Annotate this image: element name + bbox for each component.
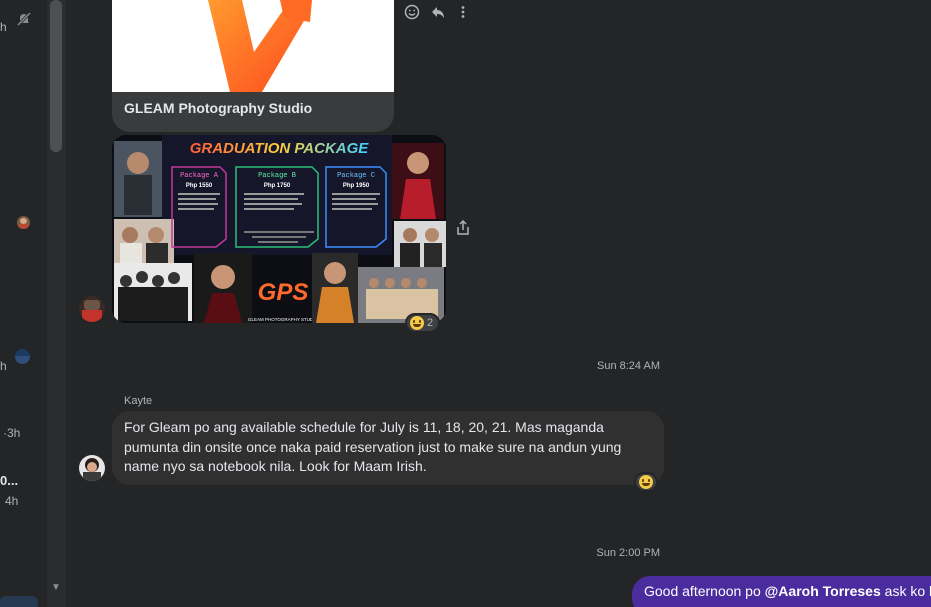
- outgoing-message-bubble[interactable]: Good afternoon po @Aaroh Torreses ask ko…: [632, 576, 931, 607]
- bell-off-icon: [16, 11, 32, 27]
- package-price: Php 1550: [186, 183, 213, 189]
- share-icon[interactable]: [454, 219, 472, 237]
- avatar[interactable]: [79, 455, 105, 481]
- grinning-face-icon: [639, 475, 653, 489]
- message-reaction[interactable]: 2: [405, 313, 441, 333]
- conversation-time: h: [0, 20, 7, 34]
- gleam-logo: [208, 0, 312, 92]
- conversation-list: h h ·3h 0... 4h: [0, 0, 47, 607]
- conversation-avatar[interactable]: [17, 216, 30, 229]
- smiley-icon[interactable]: [402, 2, 422, 22]
- sender-name: Kayte: [124, 395, 153, 407]
- conversation-name[interactable]: 0...: [0, 473, 18, 488]
- timestamp: Sun 2:00 PM: [596, 547, 660, 559]
- graduation-package-image[interactable]: GPS GLEAM PHOTOGRAPHY STUDIO GRADUATION …: [112, 135, 446, 323]
- link-preview-title: GLEAM Photography Studio: [124, 100, 313, 116]
- promo-title: GRADUATION PACKAGE: [190, 140, 370, 157]
- user-mention[interactable]: @Aaroh Torreses: [765, 583, 881, 599]
- conversation-time: 4h: [5, 494, 19, 508]
- package-name: Package A: [180, 172, 219, 180]
- chat-thread: GLEAM Photography Studio GPS GLEAM PHOTO…: [66, 0, 931, 607]
- link-preview-image: [112, 0, 394, 92]
- link-preview-card[interactable]: GLEAM Photography Studio: [112, 0, 394, 132]
- package-price: Php 1750: [264, 183, 291, 189]
- promo-footer: GLEAM PHOTOGRAPHY STUDIO: [248, 317, 319, 322]
- message-bubble[interactable]: For Gleam po ang available schedule for …: [112, 411, 664, 485]
- triangle-down-icon[interactable]: ▼: [49, 582, 63, 594]
- conversation-time: h: [0, 359, 7, 373]
- messenger-window: h h ·3h 0... 4h ▼ GLEAM Photography Stud…: [0, 0, 931, 607]
- more-vertical-icon[interactable]: [453, 2, 473, 22]
- package-price: Php 1950: [343, 183, 370, 189]
- grinning-face-icon: [410, 316, 424, 330]
- message-text: ask ko la: [884, 583, 931, 599]
- promo-logo: GPS: [258, 279, 309, 306]
- timestamp: Sun 8:24 AM: [597, 360, 660, 372]
- avatar[interactable]: [79, 296, 105, 322]
- package-name: Package B: [258, 172, 296, 180]
- conversation-time: ·3h: [3, 426, 21, 440]
- reaction-count: 2: [427, 317, 434, 329]
- message-reaction[interactable]: [634, 472, 658, 492]
- active-conversation-highlight[interactable]: [0, 596, 38, 607]
- reply-icon[interactable]: [428, 2, 448, 22]
- message-text: Good afternoon po: [644, 583, 765, 599]
- package-name: Package C: [337, 172, 375, 180]
- scrollbar-thumb[interactable]: [50, 0, 62, 152]
- conversation-avatar[interactable]: [15, 349, 30, 364]
